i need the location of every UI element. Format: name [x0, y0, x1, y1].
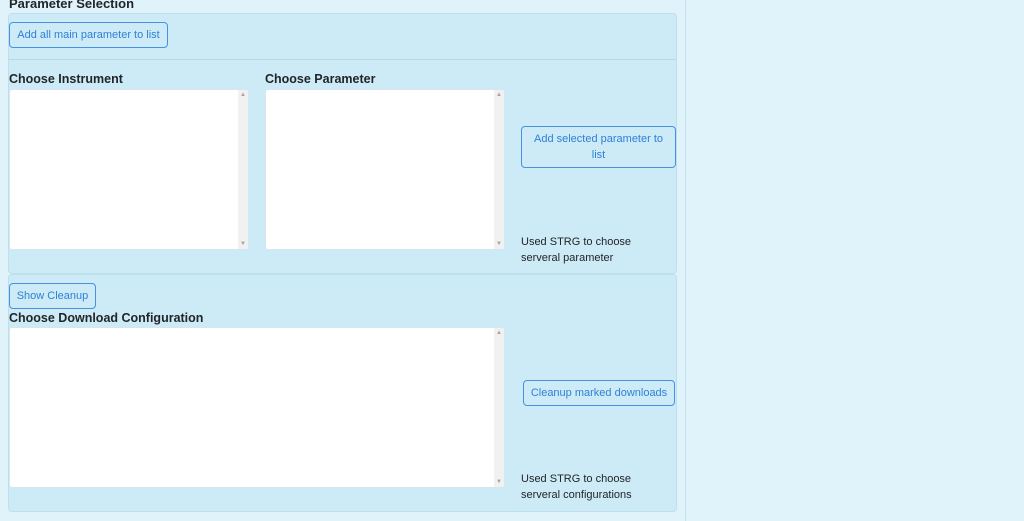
choose-parameter-label: Choose Parameter [265, 72, 376, 86]
parameter-listbox[interactable]: ▲ ▼ [265, 89, 505, 250]
parameter-scrollbar[interactable]: ▲ ▼ [494, 90, 504, 249]
show-cleanup-button[interactable]: Show Cleanup [9, 283, 96, 309]
choose-instrument-label: Choose Instrument [9, 72, 123, 86]
configuration-scrollbar[interactable]: ▲ ▼ [494, 328, 504, 487]
left-panel: Parameter Selection Add all main paramet… [0, 0, 685, 521]
card-divider [9, 59, 676, 60]
add-selected-parameter-button[interactable]: Add selected parameter to list [521, 126, 676, 168]
scroll-down-icon[interactable]: ▼ [238, 239, 248, 249]
cleanup-hint: Used STRG to choose serveral configurati… [521, 473, 632, 501]
instrument-listbox[interactable]: ▲ ▼ [9, 89, 249, 250]
scroll-down-icon[interactable]: ▼ [494, 477, 504, 487]
parameter-selection-hint: Used STRG to choose serveral parameter [521, 236, 632, 264]
add-all-parameters-button[interactable]: Add all main parameter to list [9, 22, 168, 48]
scroll-up-icon[interactable]: ▲ [238, 90, 248, 100]
page: Parameter Selection Add all main paramet… [0, 0, 1024, 521]
scroll-up-icon[interactable]: ▲ [494, 328, 504, 338]
scroll-up-icon[interactable]: ▲ [494, 90, 504, 100]
choose-download-configuration-label: Choose Download Configuration [9, 311, 204, 325]
parameter-selection-title: Parameter Selection [9, 0, 135, 11]
right-panel [685, 0, 1024, 521]
cleanup-card: Show Cleanup Choose Download Configurati… [8, 274, 677, 512]
parameter-selection-card: Add all main parameter to list Choose In… [8, 13, 677, 274]
cleanup-marked-downloads-button[interactable]: Cleanup marked downloads [523, 380, 675, 406]
instrument-scrollbar[interactable]: ▲ ▼ [238, 90, 248, 249]
download-configuration-listbox[interactable]: ▲ ▼ [9, 327, 505, 488]
scroll-down-icon[interactable]: ▼ [494, 239, 504, 249]
